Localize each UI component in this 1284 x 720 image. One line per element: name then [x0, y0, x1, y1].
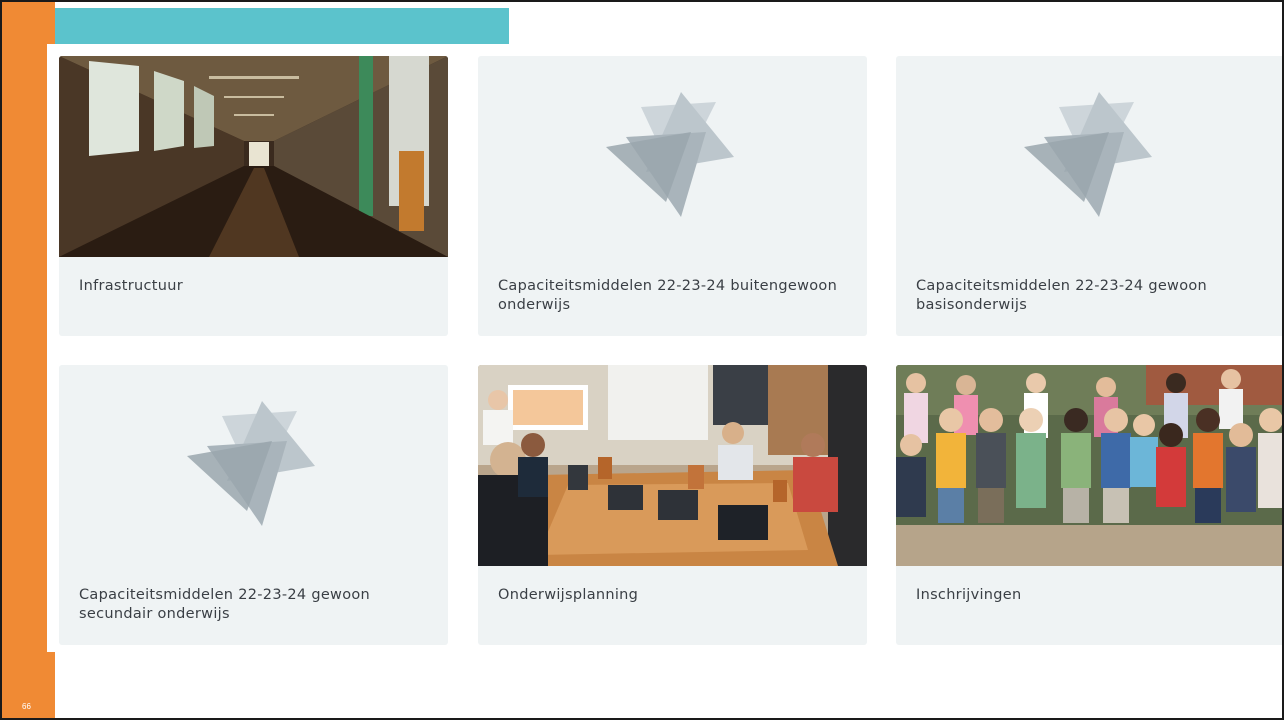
card-label: Onderwijsplanning [498, 587, 639, 603]
card-inschrijvingen[interactable]: Inschrijvingen [896, 365, 1282, 645]
card-label: Capaciteitsmiddelen 22-23-24 gewoon basi… [916, 278, 1208, 313]
top-accent-bar [55, 8, 509, 44]
card-label: Inschrijvingen [916, 587, 1022, 603]
card-media [896, 56, 1282, 257]
card-label: Capaciteitsmiddelen 22-23-24 buitengewoo… [498, 278, 838, 313]
card-label: Infrastructuur [79, 278, 184, 294]
placeholder-logo-icon [1024, 92, 1152, 217]
placeholder-logo-icon [187, 401, 315, 526]
card-media [478, 56, 867, 257]
meeting-photo [478, 365, 867, 566]
card-onderwijsplanning[interactable]: Onderwijsplanning [478, 365, 867, 645]
card-capaciteitsmiddelen-basisonderwijs[interactable]: Capaciteitsmiddelen 22-23-24 gewoon basi… [896, 56, 1282, 336]
card-capaciteitsmiddelen-secundair[interactable]: Capaciteitsmiddelen 22-23-24 gewoon secu… [59, 365, 448, 645]
card-capaciteitsmiddelen-buitengewoon[interactable]: Capaciteitsmiddelen 22-23-24 buitengewoo… [478, 56, 867, 336]
card-infrastructuur[interactable]: Infrastructuur [59, 56, 448, 336]
placeholder-logo-icon [606, 92, 734, 217]
card-media [59, 365, 448, 566]
card-label: Capaciteitsmiddelen 22-23-24 gewoon secu… [79, 587, 371, 622]
tile-grid: Infrastructuur Capaciteitsmiddelen 22-23… [47, 44, 1282, 652]
hallway-photo [59, 56, 448, 257]
children-photo [896, 365, 1282, 566]
slide-number: 66 [22, 702, 31, 711]
slide-frame: 66 Infrastructuur Capaciteitsmiddelen 22… [0, 0, 1284, 720]
